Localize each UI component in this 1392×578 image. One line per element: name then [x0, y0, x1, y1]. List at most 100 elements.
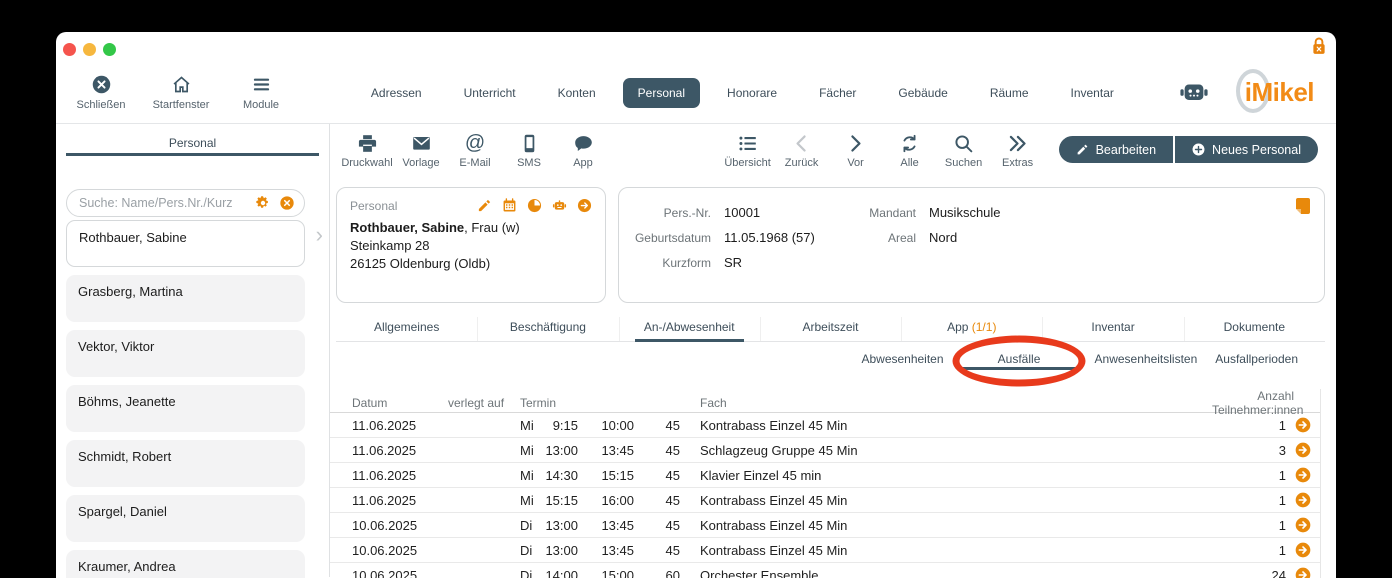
person-name-suffix: , Frau (w)	[464, 220, 520, 235]
row-open-arrow-icon[interactable]	[1286, 492, 1320, 508]
cell-end: 15:15	[578, 468, 634, 483]
clock-pie-icon[interactable]	[527, 198, 542, 213]
tab-dokumente[interactable]: Dokumente	[1184, 317, 1325, 341]
uebersicht-button[interactable]: Übersicht	[721, 133, 775, 169]
druckwahl-button[interactable]: Druckwahl	[340, 133, 394, 169]
extras-button[interactable]: Extras	[991, 133, 1045, 169]
druckwahl-label: Druckwahl	[341, 157, 392, 169]
person-list-item[interactable]: Vektor, Viktor	[66, 330, 305, 377]
tab-konten[interactable]: Konten	[543, 78, 611, 108]
tab-app[interactable]: App (1/1)	[901, 317, 1042, 341]
person-list-item[interactable]: Schmidt, Robert	[66, 440, 305, 487]
tab-honorare[interactable]: Honorare	[712, 78, 792, 108]
tab-personal[interactable]: Personal	[623, 78, 700, 108]
table-row[interactable]: 11.06.2025Mi9:1510:0045Kontrabass Einzel…	[330, 413, 1320, 438]
minimize-window-button[interactable]	[83, 43, 96, 56]
table-row[interactable]: 11.06.2025Mi13:0013:4545Schlagzeug Grupp…	[330, 438, 1320, 463]
tab-inventar[interactable]: Inventar	[1056, 78, 1129, 108]
neues-personal-button[interactable]: Neues Personal	[1175, 136, 1318, 163]
search-settings-gear-icon[interactable]	[255, 195, 271, 211]
tab-an-abwesenheit[interactable]: An-/Abwesenheit	[619, 317, 760, 341]
subtab-ausfaelle-label: Ausfälle	[998, 352, 1041, 366]
alle-button[interactable]: Alle	[883, 133, 937, 169]
subtab-abwesenheiten[interactable]: Abwesenheiten	[861, 342, 943, 376]
search-input[interactable]	[79, 196, 247, 210]
person-list-item[interactable]: Grasberg, Martina	[66, 275, 305, 322]
cell-start: 13:00	[544, 518, 578, 533]
table-row[interactable]: 10.06.2025Di13:0013:4545Kontrabass Einze…	[330, 538, 1320, 563]
row-open-arrow-icon[interactable]	[1286, 517, 1320, 533]
calendar-icon[interactable]	[502, 198, 517, 213]
kurzform-label: Kurzform	[631, 256, 711, 270]
person-list-item[interactable]: Kraumer, Andrea	[66, 550, 305, 578]
tab-raeume[interactable]: Räume	[975, 78, 1044, 108]
row-open-arrow-icon[interactable]	[1286, 567, 1320, 578]
close-module-button[interactable]: Schließen	[72, 74, 130, 111]
cell-start: 15:15	[544, 493, 578, 508]
tab-arbeitszeit[interactable]: Arbeitszeit	[760, 317, 901, 341]
imikel-logo: iMikel	[1239, 77, 1320, 108]
arrow-circle-icon[interactable]	[577, 198, 592, 213]
tab-unterricht[interactable]: Unterricht	[449, 78, 531, 108]
table-row[interactable]: 10.06.2025Di14:0015:0060Orchester Ensemb…	[330, 563, 1320, 578]
row-open-arrow-icon[interactable]	[1286, 467, 1320, 483]
search-clear-icon[interactable]	[279, 195, 295, 211]
cell-duration: 45	[634, 468, 680, 483]
content: Druckwahl Vorlage @ E-Mail SMS	[330, 124, 1336, 577]
zoom-window-button[interactable]	[103, 43, 116, 56]
at-sign-icon: @	[465, 133, 485, 154]
note-icon[interactable]	[1296, 198, 1310, 214]
row-open-arrow-icon[interactable]	[1286, 442, 1320, 458]
table-row[interactable]: 10.06.2025Di13:0013:4545Kontrabass Einze…	[330, 513, 1320, 538]
zurueck-button[interactable]: Zurück	[775, 133, 829, 169]
person-name: Rothbauer, Sabine	[350, 220, 464, 235]
tab-faecher[interactable]: Fächer	[804, 78, 871, 108]
cell-start: 14:30	[544, 468, 578, 483]
subtab-ausfallperioden[interactable]: Ausfallperioden	[1215, 342, 1298, 376]
robot-icon[interactable]	[552, 198, 567, 213]
tab-beschaeftigung[interactable]: Beschäftigung	[477, 317, 618, 341]
tab-gebaeude[interactable]: Gebäude	[883, 78, 962, 108]
sms-button[interactable]: SMS	[502, 133, 556, 169]
table-row[interactable]: 11.06.2025Mi15:1516:0045Kontrabass Einze…	[330, 488, 1320, 513]
areal-label: Areal	[856, 231, 916, 245]
chevron-right-icon	[845, 133, 866, 154]
vorlage-button[interactable]: Vorlage	[394, 133, 448, 169]
tab-allgemeines[interactable]: Allgemeines	[336, 317, 477, 341]
printer-icon	[357, 133, 378, 154]
tab-adressen[interactable]: Adressen	[356, 78, 437, 108]
subtab-ausfaelle[interactable]: Ausfälle	[962, 342, 1077, 376]
subtab-anwesenheitslisten[interactable]: Anwesenheitslisten	[1095, 342, 1198, 376]
mandant-label: Mandant	[856, 206, 916, 220]
sms-label: SMS	[517, 157, 541, 169]
zurueck-label: Zurück	[785, 157, 819, 169]
person-list-item[interactable]: Spargel, Daniel	[66, 495, 305, 542]
cell-day: Di	[520, 568, 544, 578]
assistant-robot-icon[interactable]	[1179, 79, 1209, 106]
module-button[interactable]: Module	[232, 74, 290, 111]
edit-pencil-icon[interactable]	[477, 198, 492, 213]
row-open-arrow-icon[interactable]	[1286, 417, 1320, 433]
row-open-arrow-icon[interactable]	[1286, 542, 1320, 558]
app-button[interactable]: App	[556, 133, 610, 169]
startfenster-button[interactable]: Startfenster	[152, 74, 210, 111]
cell-fach: Kontrabass Einzel 45 Min	[680, 543, 1212, 558]
header-fach: Fach	[680, 396, 1212, 410]
pers-nr-value: 10001	[724, 205, 760, 220]
person-street: Steinkamp 28	[350, 238, 592, 253]
refresh-icon	[899, 133, 920, 154]
header-datum: Datum	[352, 396, 448, 410]
suchen-button[interactable]: Suchen	[937, 133, 991, 169]
tab-inventar-detail[interactable]: Inventar	[1042, 317, 1183, 341]
table-row[interactable]: 11.06.2025Mi14:3015:1545Klavier Einzel 4…	[330, 463, 1320, 488]
pers-nr-label: Pers.-Nr.	[631, 206, 711, 220]
person-list-item-selected[interactable]: Rothbauer, Sabine	[66, 220, 305, 267]
vor-button[interactable]: Vor	[829, 133, 883, 169]
header-verlegt-auf: verlegt auf	[448, 396, 520, 410]
email-label: E-Mail	[459, 157, 490, 169]
bearbeiten-button[interactable]: Bearbeiten	[1059, 136, 1173, 163]
alle-label: Alle	[900, 157, 918, 169]
person-list-item[interactable]: Böhms, Jeanette	[66, 385, 305, 432]
close-window-button[interactable]	[63, 43, 76, 56]
email-button[interactable]: @ E-Mail	[448, 133, 502, 169]
